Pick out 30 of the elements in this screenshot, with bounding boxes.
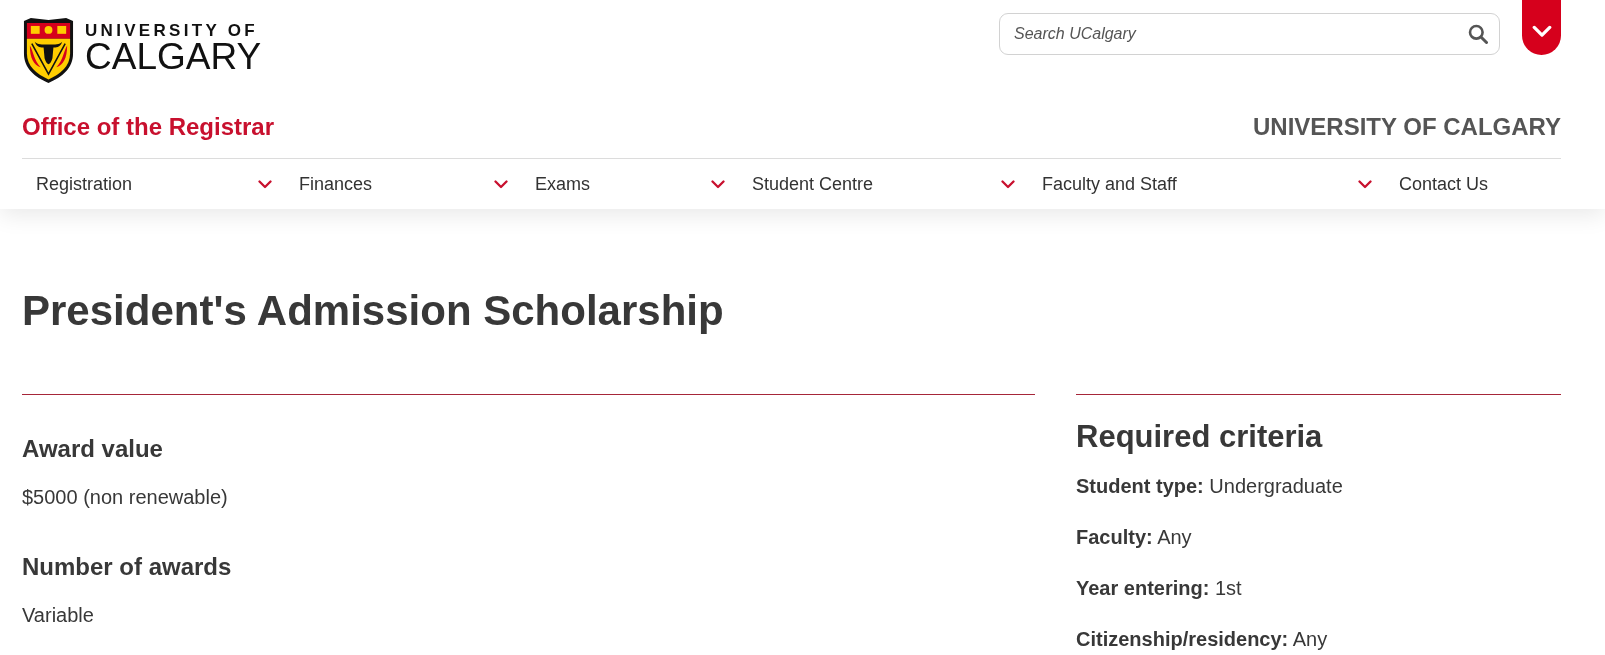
section-heading: Award value	[22, 435, 164, 463]
nav-menu-item[interactable]: Faculty and Staff	[1028, 159, 1385, 209]
search-button[interactable]	[1466, 22, 1490, 46]
section-text: $5000 (non renewable)	[22, 485, 229, 510]
criteria-item: Citizenship/residency: Any	[1076, 628, 1329, 650]
criteria-heading: Required criteria	[1076, 418, 1324, 456]
nav-menu-item[interactable]: Finances	[285, 159, 521, 209]
site-title-link[interactable]: Office of the Registrar	[22, 112, 275, 142]
page-title: President's Admission Scholarship	[22, 286, 725, 336]
nav-menu-item[interactable]: Contact Us	[1385, 159, 1561, 209]
chevron-down-icon	[1358, 179, 1372, 189]
search-field[interactable]: Search UCalgary	[999, 13, 1500, 55]
chevron-down-icon	[494, 179, 508, 189]
chevron-down-icon	[711, 179, 725, 189]
logo-wordmark[interactable]: UNIVERSITY OF CALGARY	[85, 22, 262, 74]
search-icon	[1468, 24, 1488, 44]
nav-menu-item[interactable]: Registration	[22, 159, 285, 209]
nav-menu-item[interactable]: Exams	[521, 159, 738, 209]
criteria-item: Faculty: Any	[1076, 526, 1193, 548]
nav-menu-item[interactable]: Student Centre	[738, 159, 1028, 209]
chevron-down-icon	[1001, 179, 1015, 189]
section-heading: Number of awards	[22, 553, 233, 581]
criteria-item: Year entering: 1st	[1076, 577, 1243, 599]
menu-toggle-button[interactable]	[1522, 0, 1561, 55]
chevron-down-icon	[1531, 25, 1552, 38]
criteria-item: Student type: Undergraduate	[1076, 475, 1344, 497]
section-text: Variable	[22, 603, 95, 628]
chevron-down-icon	[258, 179, 272, 189]
shield-crest-icon[interactable]	[22, 17, 75, 84]
university-name-link[interactable]: UNIVERSITY OF CALGARY	[1252, 112, 1561, 142]
